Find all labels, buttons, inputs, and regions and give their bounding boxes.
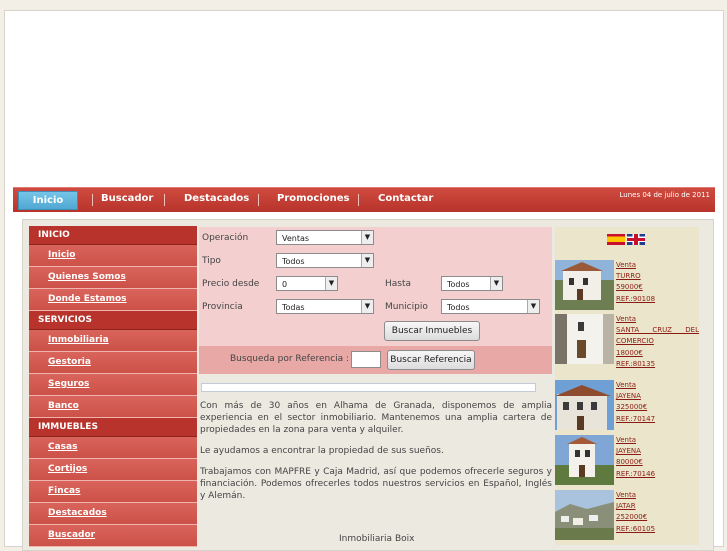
language-selector <box>607 234 647 253</box>
reference-search-bar: Busqueda por Referencia : Buscar Referen… <box>199 346 552 374</box>
listing-ref[interactable]: REF.:90108 <box>616 294 699 305</box>
nav-contactar[interactable]: Contactar <box>378 193 433 204</box>
provincia-value: Todas <box>282 303 305 312</box>
hasta-label: Hasta <box>385 279 412 289</box>
listing-info: Venta TURRO 59000€ REF.:90108 <box>616 260 699 305</box>
chevron-down-icon: ▼ <box>490 277 502 290</box>
top-navigation: Inicio Buscador Destacados Promociones C… <box>13 187 715 212</box>
sidebar-item-inicio[interactable]: Inicio <box>29 245 197 267</box>
sidebar-item-inmobiliaria[interactable]: Inmobiliaria <box>29 330 197 352</box>
listing-type[interactable]: Venta <box>616 260 699 271</box>
sidebar-section-immuebles: IMMUEBLES <box>29 418 197 437</box>
municipio-label: Municipio <box>385 302 428 312</box>
listing-type[interactable]: Venta <box>616 435 699 446</box>
spanish-flag-icon[interactable] <box>607 234 625 245</box>
services-paragraph: Trabajamos con MAPFRE y Caja Madrid, así… <box>200 467 552 501</box>
listing-ref[interactable]: REF.:80135 <box>616 359 699 370</box>
sidebar-item-banco[interactable]: Banco <box>29 396 197 418</box>
hasta-select[interactable]: Todos ▼ <box>441 276 503 291</box>
image-slider-track[interactable] <box>201 383 536 392</box>
featured-listings-column: Venta TURRO 59000€ REF.:90108 Venta SANT… <box>555 227 699 545</box>
chevron-down-icon: ▼ <box>361 254 373 267</box>
sidebar-section-inicio: INICIO <box>29 226 197 245</box>
current-date: Lunes 04 de julio de 2011 <box>619 191 710 199</box>
municipio-value: Todos <box>447 303 470 312</box>
sidebar-item-buscador[interactable]: Buscador <box>29 525 197 547</box>
listing-place[interactable]: JAYENA <box>616 391 699 402</box>
hasta-value: Todos <box>447 280 470 289</box>
listing-price[interactable]: 252000€ <box>616 512 699 523</box>
nav-promociones[interactable]: Promociones <box>277 193 350 204</box>
sidebar-item-quienes-somos[interactable]: Quienes Somos <box>29 267 197 289</box>
chevron-down-icon: ▼ <box>325 277 337 290</box>
listing-place[interactable]: SANTA CRUZ DEL COMERCIO <box>616 325 699 347</box>
tipo-select[interactable]: Todos ▼ <box>276 253 374 268</box>
nav-destacados[interactable]: Destacados <box>184 193 249 204</box>
tipo-label: Tipo <box>202 256 221 266</box>
listing-info: Venta JAYENA 325000€ REF.:70147 <box>616 380 699 425</box>
listing-type[interactable]: Venta <box>616 314 699 325</box>
sidebar-item-cortijos[interactable]: Cortijos <box>29 459 197 481</box>
chevron-down-icon: ▼ <box>361 231 373 244</box>
sidebar: INICIO Inicio Quienes Somos Donde Estamo… <box>29 226 197 547</box>
nav-separator <box>164 194 165 206</box>
sidebar-item-fincas[interactable]: Fincas <box>29 481 197 503</box>
listing-ref[interactable]: REF.:70146 <box>616 469 699 480</box>
precio-desde-label: Precio desde <box>202 279 260 289</box>
listing-type[interactable]: Venta <box>616 490 699 501</box>
help-paragraph: Le ayudamos a encontrar la propiedad de … <box>200 446 444 456</box>
referencia-input[interactable] <box>351 351 381 368</box>
operacion-select[interactable]: Ventas ▼ <box>276 230 374 245</box>
property-photo[interactable] <box>555 380 614 430</box>
nav-inicio[interactable]: Inicio <box>18 191 78 210</box>
listing-place[interactable]: TURRO <box>616 271 699 282</box>
company-name: Inmobiliaria Boix <box>339 534 415 544</box>
municipio-select[interactable]: Todos ▼ <box>441 299 540 314</box>
referencia-label: Busqueda por Referencia : <box>230 354 350 364</box>
sidebar-item-gestoria[interactable]: Gestoria <box>29 352 197 374</box>
sidebar-item-seguros[interactable]: Seguros <box>29 374 197 396</box>
operacion-value: Ventas <box>282 234 310 243</box>
property-search-form: Operación Ventas ▼ Tipo Todos ▼ Precio d… <box>199 227 552 346</box>
listing-price[interactable]: 59000€ <box>616 282 699 293</box>
listing-place[interactable]: JAYENA <box>616 446 699 457</box>
nav-separator <box>92 194 93 206</box>
property-photo[interactable] <box>555 260 614 310</box>
property-photo[interactable] <box>555 435 614 485</box>
main-content: Con más de 30 años en Alhama de Granada,… <box>200 400 552 511</box>
listing-ref[interactable]: REF.:60105 <box>616 524 699 535</box>
listing-price[interactable]: 80000€ <box>616 457 699 468</box>
tipo-value: Todos <box>282 257 305 266</box>
listing-price[interactable]: 18000€ <box>616 348 699 359</box>
nav-separator <box>258 194 259 206</box>
chevron-down-icon: ▼ <box>527 300 539 313</box>
buscar-inmuebles-button[interactable]: Buscar Inmuebles <box>384 321 480 341</box>
property-photo[interactable] <box>555 490 614 540</box>
listing-info: Venta SANTA CRUZ DEL COMERCIO 18000€ REF… <box>616 314 699 370</box>
listing-info: Venta JAYENA 80000€ REF.:70146 <box>616 435 699 480</box>
chevron-down-icon: ▼ <box>361 300 373 313</box>
precio-desde-value: 0 <box>282 280 288 289</box>
precio-desde-select[interactable]: 0 ▼ <box>276 276 338 291</box>
buscar-referencia-button[interactable]: Buscar Referencia <box>387 350 475 370</box>
intro-paragraph: Con más de 30 años en Alhama de Granada,… <box>200 401 552 435</box>
sidebar-item-donde-estamos[interactable]: Donde Estamos <box>29 289 197 311</box>
nav-buscador[interactable]: Buscador <box>101 193 153 204</box>
listing-place[interactable]: JATAR <box>616 501 699 512</box>
provincia-select[interactable]: Todas ▼ <box>276 299 374 314</box>
english-flag-icon[interactable] <box>627 234 645 245</box>
sidebar-item-destacados[interactable]: Destacados <box>29 503 197 525</box>
property-photo[interactable] <box>555 314 614 364</box>
sidebar-section-servicios: SERVICIOS <box>29 311 197 330</box>
listing-ref[interactable]: REF.:70147 <box>616 414 699 425</box>
operacion-label: Operación <box>202 233 249 243</box>
listing-type[interactable]: Venta <box>616 380 699 391</box>
provincia-label: Provincia <box>202 302 243 312</box>
listing-price[interactable]: 325000€ <box>616 402 699 413</box>
sidebar-item-casas[interactable]: Casas <box>29 437 197 459</box>
listing-info: Venta JATAR 252000€ REF.:60105 <box>616 490 699 535</box>
nav-separator <box>358 194 359 206</box>
